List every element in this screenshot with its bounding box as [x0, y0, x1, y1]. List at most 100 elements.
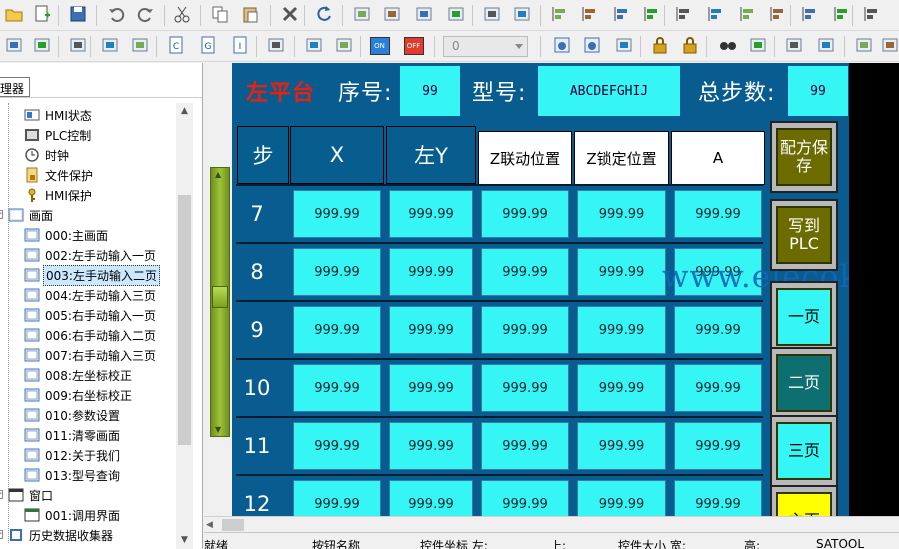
value-input-cell[interactable]: 999.99 — [577, 364, 666, 412]
view1-button[interactable] — [852, 35, 875, 57]
screen-add-button[interactable] — [302, 35, 325, 57]
tree-item[interactable]: 画面 — [8, 205, 55, 225]
page-three-button[interactable]: 三页 — [770, 415, 838, 487]
layer-select[interactable]: 0 — [443, 36, 528, 57]
value-input-cell[interactable]: 999.99 — [389, 422, 473, 470]
home-button[interactable]: 主页 — [770, 485, 838, 516]
lock-button[interactable] — [648, 35, 671, 57]
value-input-cell[interactable]: 999.99 — [577, 306, 666, 354]
tree-item[interactable]: 006:右手动输入二页 — [24, 325, 158, 345]
distribute-v-button[interactable] — [766, 4, 789, 26]
refresh-button[interactable] — [312, 4, 335, 26]
same-height-button[interactable] — [830, 4, 853, 26]
fit-button[interactable] — [480, 4, 503, 26]
back-button[interactable] — [550, 35, 573, 57]
value-input-cell[interactable]: 999.99 — [389, 480, 473, 516]
value-input-cell[interactable]: 999.99 — [293, 306, 381, 354]
send-back-button[interactable] — [380, 4, 403, 26]
tree-item[interactable]: 005:右手动输入一页 — [24, 305, 158, 325]
book-button[interactable] — [814, 35, 837, 57]
import-button[interactable] — [66, 35, 89, 57]
value-input-cell[interactable]: 999.99 — [577, 480, 666, 516]
save-button[interactable] — [66, 4, 89, 26]
paste-button[interactable] — [238, 4, 261, 26]
value-input-cell[interactable]: 999.99 — [674, 190, 762, 238]
write-plc-button[interactable]: 写到PLC — [770, 199, 838, 271]
value-input-cell[interactable]: 999.99 — [389, 248, 473, 296]
tree-item[interactable]: 历史数据收集器 — [8, 525, 115, 545]
group-button[interactable] — [412, 4, 435, 26]
same-width-button[interactable] — [798, 4, 821, 26]
value-input-cell[interactable]: 999.99 — [293, 422, 381, 470]
value-input-cell[interactable]: 999.99 — [577, 248, 666, 296]
collapse-icon[interactable]: − — [0, 490, 3, 499]
value-input-cell[interactable]: 999.99 — [481, 306, 569, 354]
tree-item[interactable]: HMI保护 — [24, 185, 94, 205]
tree-item[interactable]: 003:左手动输入二页 — [24, 264, 160, 286]
total-steps-field[interactable]: 99 — [788, 66, 848, 116]
tree-item[interactable]: 011:清零画面 — [24, 425, 122, 445]
slider-knob[interactable] — [212, 286, 228, 308]
align-hcenter-button[interactable] — [704, 4, 727, 26]
tree-item[interactable]: 009:右坐标校正 — [24, 385, 134, 405]
download-button[interactable] — [2, 35, 25, 57]
value-input-cell[interactable]: 999.99 — [481, 422, 569, 470]
export-button[interactable] — [98, 35, 121, 57]
panel-tab[interactable]: 管理器 — [0, 77, 30, 97]
value-input-cell[interactable]: 999.99 — [481, 364, 569, 412]
tree-item[interactable]: 013:型号查询 — [24, 465, 122, 485]
editor-hscrollbar[interactable]: ◀ — [204, 516, 899, 532]
tree-item[interactable]: 008:左坐标校正 — [24, 365, 134, 385]
wrench-button[interactable] — [612, 35, 635, 57]
tree-item[interactable]: 时钟 — [24, 145, 71, 165]
value-input-cell[interactable]: 999.99 — [293, 480, 381, 516]
value-input-cell[interactable]: 999.99 — [293, 364, 381, 412]
recipe-save-button[interactable]: 配方保存 — [770, 121, 838, 193]
tree-item[interactable]: 010:参数设置 — [24, 405, 122, 425]
collapse-icon[interactable]: − — [0, 530, 3, 539]
value-input-cell[interactable]: 999.99 — [674, 422, 762, 470]
import2-button[interactable] — [128, 35, 151, 57]
align-right-button[interactable] — [578, 4, 601, 26]
value-input-cell[interactable]: 999.99 — [577, 190, 666, 238]
tree-item[interactable]: 000:主画面 — [24, 225, 110, 245]
open-button[interactable] — [2, 4, 25, 26]
screen-copy-button[interactable] — [332, 35, 355, 57]
undo-button[interactable] — [104, 4, 127, 26]
value-input-cell[interactable]: 999.99 — [389, 364, 473, 412]
page-two-button[interactable]: 二页 — [770, 347, 838, 419]
new-button[interactable] — [30, 4, 53, 26]
tree-item[interactable]: HMI状态 — [24, 105, 94, 125]
same-size-button[interactable] — [860, 4, 883, 26]
scroll-left-icon[interactable]: ◀ — [206, 520, 213, 530]
forward-button[interactable] — [580, 35, 603, 57]
tree-item[interactable]: 002:左手动输入一页 — [24, 245, 158, 265]
find-button[interactable] — [716, 35, 739, 57]
value-input-cell[interactable]: 999.99 — [481, 190, 569, 238]
value-input-cell[interactable]: 999.99 — [293, 190, 381, 238]
align-bottom-button[interactable] — [640, 4, 663, 26]
scroll-up-icon[interactable]: ▲ — [179, 106, 190, 117]
seq-value-field[interactable]: 99 — [400, 66, 460, 116]
page-one-button[interactable]: 一页 — [770, 281, 838, 353]
value-input-cell[interactable]: 999.99 — [674, 364, 762, 412]
tree-item[interactable]: 004:左手动输入三页 — [24, 285, 158, 305]
value-input-cell[interactable]: 999.99 — [293, 248, 381, 296]
ungroup-button[interactable] — [444, 4, 467, 26]
copy-button[interactable] — [208, 4, 231, 26]
g-button[interactable]: G — [196, 35, 219, 57]
on-button[interactable]: ON — [368, 35, 391, 57]
off-button[interactable]: OFF — [402, 35, 425, 57]
value-input-cell[interactable]: 999.99 — [674, 480, 762, 516]
c-button[interactable]: C — [164, 35, 187, 57]
vertical-slider[interactable]: ▲ ▼ — [210, 167, 230, 437]
align-vcenter-button[interactable] — [672, 4, 695, 26]
star-button[interactable] — [746, 35, 769, 57]
value-input-cell[interactable]: 999.99 — [389, 190, 473, 238]
i-button[interactable]: I — [228, 35, 251, 57]
value-input-cell[interactable]: 999.99 — [389, 306, 473, 354]
tree-item[interactable]: 012:关于我们 — [24, 445, 122, 465]
tree-item[interactable]: 窗口 — [8, 485, 55, 505]
value-input-cell[interactable]: 999.99 — [481, 480, 569, 516]
align-left-button[interactable] — [548, 4, 571, 26]
